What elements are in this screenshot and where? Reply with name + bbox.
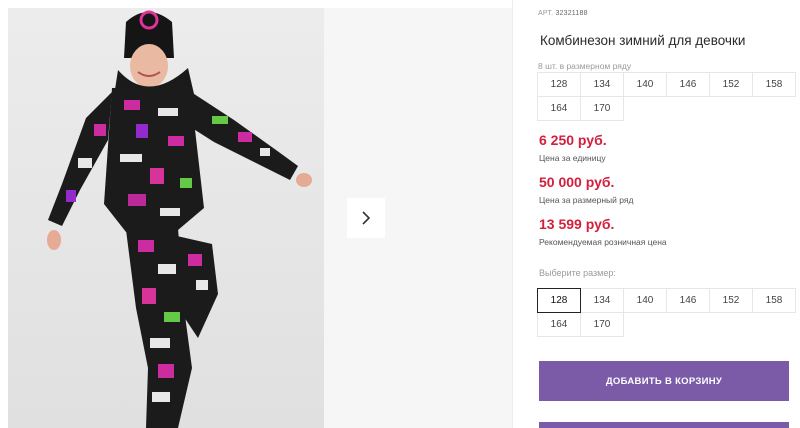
product-photo[interactable] bbox=[8, 8, 324, 428]
range-price-label: Цена за размерный ряд bbox=[539, 195, 634, 205]
size-range-cell: 146 bbox=[666, 72, 710, 97]
size-range-cell: 140 bbox=[623, 72, 667, 97]
gallery-next-button[interactable] bbox=[347, 198, 385, 238]
size-option[interactable]: 170 bbox=[580, 312, 624, 337]
product-info: АРТ. 32321188 Комбинезон зимний для дево… bbox=[537, 0, 796, 428]
size-option[interactable]: 146 bbox=[666, 288, 710, 313]
size-range-cell: 128 bbox=[537, 72, 581, 97]
size-range-cell: 170 bbox=[580, 96, 624, 121]
retail-price-label: Рекомендуемая розничная цена bbox=[539, 237, 667, 247]
size-range-cell: 152 bbox=[709, 72, 753, 97]
range-price: 50 000 руб. bbox=[539, 174, 615, 190]
unit-price: 6 250 руб. bbox=[539, 132, 607, 148]
size-option[interactable]: 152 bbox=[709, 288, 753, 313]
divider bbox=[512, 0, 513, 428]
size-range-cell: 134 bbox=[580, 72, 624, 97]
size-range-table: 128 134 140 146 152 158 164 170 bbox=[537, 72, 796, 121]
add-to-cart-button[interactable]: ДОБАВИТЬ В КОРЗИНУ bbox=[539, 361, 789, 401]
product-title: Комбинезон зимний для девочки bbox=[540, 33, 746, 48]
size-selector: 128 134 140 146 152 158 164 170 bbox=[537, 288, 796, 337]
article-label: АРТ. bbox=[538, 10, 554, 17]
size-option[interactable]: 158 bbox=[752, 288, 796, 313]
choose-size-label: Выберите размер: bbox=[539, 268, 616, 278]
secondary-action-button[interactable] bbox=[539, 422, 789, 428]
size-option[interactable]: 164 bbox=[537, 312, 581, 337]
size-range-cell: 164 bbox=[537, 96, 581, 121]
sizes-count-note: 8 шт. в размерном ряду bbox=[538, 61, 632, 71]
unit-price-label: Цена за единицу bbox=[539, 153, 606, 163]
chevron-right-icon bbox=[362, 211, 371, 225]
article-number: АРТ. 32321188 bbox=[538, 10, 588, 17]
size-option-selected[interactable]: 128 bbox=[537, 288, 581, 313]
article-code: 32321188 bbox=[555, 10, 588, 17]
product-gallery bbox=[0, 0, 512, 428]
size-option[interactable]: 134 bbox=[580, 288, 624, 313]
retail-price: 13 599 руб. bbox=[539, 216, 615, 232]
size-range-cell: 158 bbox=[752, 72, 796, 97]
girl-in-snowsuit-illustration bbox=[8, 8, 324, 428]
size-option[interactable]: 140 bbox=[623, 288, 667, 313]
